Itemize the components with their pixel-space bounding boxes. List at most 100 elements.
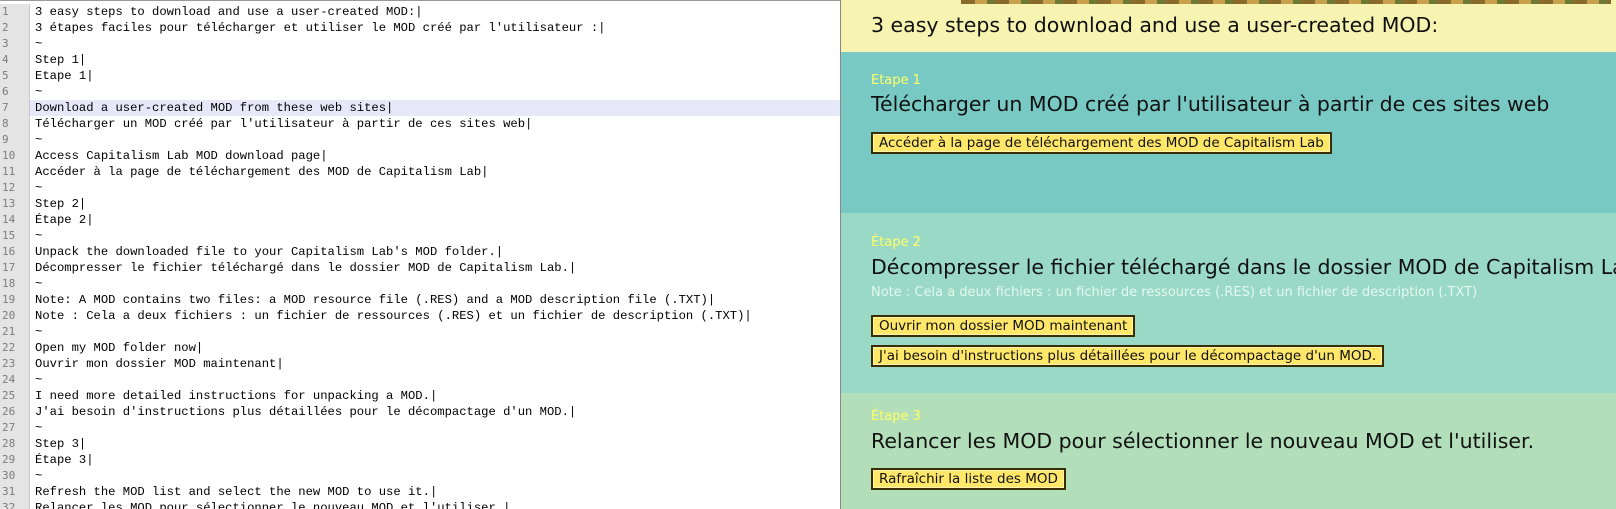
editor-line[interactable]: 32 Relancer les MOD pour sélectionner le … <box>0 500 840 509</box>
line-number: 2 <box>0 20 30 36</box>
editor-line[interactable]: 14 Étape 2| <box>0 212 840 228</box>
line-text[interactable]: Step 2| <box>35 196 86 212</box>
editor-line[interactable]: 2 3 étapes faciles pour télécharger et ut… <box>0 20 840 36</box>
step-3-heading: Relancer les MOD pour sélectionner le no… <box>871 429 1535 453</box>
step-2-label: Étape 2 <box>871 235 921 250</box>
editor-line[interactable]: 29 Étape 3| <box>0 452 840 468</box>
line-text[interactable]: J'ai besoin d'instructions plus détaillé… <box>35 404 576 420</box>
editor-line[interactable]: 9 ~ <box>0 132 840 148</box>
line-text[interactable]: Télécharger un MOD créé par l'utilisateu… <box>35 116 532 132</box>
line-text[interactable]: ~ <box>35 228 42 244</box>
editor-line[interactable]: 22 Open my MOD folder now| <box>0 340 840 356</box>
line-text[interactable]: Open my MOD folder now| <box>35 340 203 356</box>
editor-line[interactable]: 17 Décompresser le fichier téléchargé dan… <box>0 260 840 276</box>
line-number: 12 <box>0 180 30 196</box>
line-text[interactable]: ~ <box>35 372 42 388</box>
editor-line[interactable]: 20 Note : Cela a deux fichiers : un fichi… <box>0 308 840 324</box>
line-number: 3 <box>0 36 30 52</box>
editor-line[interactable]: 8 Télécharger un MOD créé par l'utilisate… <box>0 116 840 132</box>
line-text[interactable]: ~ <box>35 36 42 52</box>
line-text[interactable]: Access Capitalism Lab MOD download page| <box>35 148 328 164</box>
line-number: 21 <box>0 324 30 340</box>
editor-line[interactable]: 12 ~ <box>0 180 840 196</box>
step-1-label: Etape 1 <box>871 73 921 88</box>
editor-line[interactable]: 10 Access Capitalism Lab MOD download pag… <box>0 148 840 164</box>
line-number: 20 <box>0 308 30 324</box>
editor-line[interactable]: 18 ~ <box>0 276 840 292</box>
editor-line[interactable]: 21 ~ <box>0 324 840 340</box>
editor-line[interactable]: 3 ~ <box>0 36 840 52</box>
html-preview-pane: 3 easy steps to download and use a user-… <box>841 0 1616 509</box>
line-text[interactable]: Étape 2| <box>35 212 94 228</box>
line-text[interactable]: Download a user-created MOD from these w… <box>35 100 393 116</box>
line-number: 19 <box>0 292 30 308</box>
line-number: 24 <box>0 372 30 388</box>
line-number: 11 <box>0 164 30 180</box>
line-text[interactable]: I need more detailed instructions for un… <box>35 388 437 404</box>
editor-line[interactable]: 26 J'ai besoin d'instructions plus détail… <box>0 404 840 420</box>
line-text[interactable]: Relancer les MOD pour sélectionner le no… <box>35 500 510 509</box>
download-page-button[interactable]: Accéder à la page de téléchargement des … <box>871 132 1332 154</box>
line-number: 14 <box>0 212 30 228</box>
step-2-heading: Décompresser le fichier téléchargé dans … <box>871 255 1616 279</box>
line-text[interactable]: ~ <box>35 468 42 484</box>
editor-line[interactable]: 30 ~ <box>0 468 840 484</box>
editor-line[interactable]: 16 Unpack the downloaded file to your Cap… <box>0 244 840 260</box>
line-number: 30 <box>0 468 30 484</box>
line-text[interactable]: Etape 1| <box>35 68 94 84</box>
editor-line[interactable]: 13 Step 2| <box>0 196 840 212</box>
text-editor[interactable]: 1 3 easy steps to download and use a user… <box>0 0 841 509</box>
line-text[interactable]: Step 1| <box>35 52 86 68</box>
editor-current-line[interactable]: 7 Download a user-created MOD from these … <box>0 100 840 116</box>
line-text[interactable]: 3 étapes faciles pour télécharger et uti… <box>35 20 605 36</box>
line-number: 10 <box>0 148 30 164</box>
refresh-mod-list-button[interactable]: Rafraîchir la liste des MOD <box>871 468 1066 490</box>
preview-header: 3 easy steps to download and use a user-… <box>841 0 1616 52</box>
editor-line[interactable]: 23 Ouvrir mon dossier MOD maintenant| <box>0 356 840 372</box>
unpack-instructions-button[interactable]: J'ai besoin d'instructions plus détaillé… <box>871 345 1385 367</box>
line-text[interactable]: Ouvrir mon dossier MOD maintenant| <box>35 356 284 372</box>
line-text[interactable]: Étape 3| <box>35 452 94 468</box>
line-number: 22 <box>0 340 30 356</box>
editor-line[interactable]: 6 ~ <box>0 84 840 100</box>
editor-line[interactable]: 27 ~ <box>0 420 840 436</box>
step-2-note: Note : Cela a deux fichiers : un fichier… <box>871 285 1478 300</box>
line-text[interactable]: 3 easy steps to download and use a user-… <box>35 4 423 20</box>
editor-line[interactable]: 5 Etape 1| <box>0 68 840 84</box>
editor-line[interactable]: 24 ~ <box>0 372 840 388</box>
line-number: 4 <box>0 52 30 68</box>
line-text[interactable]: Note : Cela a deux fichiers : un fichier… <box>35 308 752 324</box>
line-text[interactable]: Unpack the downloaded file to your Capit… <box>35 244 503 260</box>
editor-line[interactable]: 15 ~ <box>0 228 840 244</box>
page-title: 3 easy steps to download and use a user-… <box>871 13 1439 37</box>
line-number: 25 <box>0 388 30 404</box>
line-text[interactable]: Refresh the MOD list and select the new … <box>35 484 437 500</box>
step-1-heading: Télécharger un MOD créé par l'utilisateu… <box>871 92 1550 116</box>
line-text[interactable]: Accéder à la page de téléchargement des … <box>35 164 488 180</box>
editor-line[interactable]: 11 Accéder à la page de téléchargement de… <box>0 164 840 180</box>
line-text[interactable]: ~ <box>35 180 42 196</box>
step-2-section: Étape 2 Décompresser le fichier téléchar… <box>841 213 1616 393</box>
editor-line[interactable]: 25 I need more detailed instructions for … <box>0 388 840 404</box>
line-text[interactable]: ~ <box>35 276 42 292</box>
line-number: 15 <box>0 228 30 244</box>
editor-line[interactable]: 28 Step 3| <box>0 436 840 452</box>
editor-line[interactable]: 31 Refresh the MOD list and select the ne… <box>0 484 840 500</box>
line-text[interactable]: ~ <box>35 324 42 340</box>
editor-line[interactable]: 1 3 easy steps to download and use a user… <box>0 4 840 20</box>
line-text[interactable]: Step 3| <box>35 436 86 452</box>
line-number: 1 <box>0 4 30 20</box>
line-text[interactable]: Décompresser le fichier téléchargé dans … <box>35 260 576 276</box>
line-text[interactable]: ~ <box>35 84 42 100</box>
line-text[interactable]: ~ <box>35 132 42 148</box>
line-number: 23 <box>0 356 30 372</box>
editor-line[interactable]: 19 Note: A MOD contains two files: a MOD … <box>0 292 840 308</box>
line-number: 29 <box>0 452 30 468</box>
line-number: 5 <box>0 68 30 84</box>
step-3-label: Étape 3 <box>871 409 921 424</box>
open-mod-folder-button[interactable]: Ouvrir mon dossier MOD maintenant <box>871 315 1136 337</box>
editor-line[interactable]: 4 Step 1| <box>0 52 840 68</box>
line-number: 32 <box>0 500 30 509</box>
line-text[interactable]: ~ <box>35 420 42 436</box>
line-text[interactable]: Note: A MOD contains two files: a MOD re… <box>35 292 715 308</box>
